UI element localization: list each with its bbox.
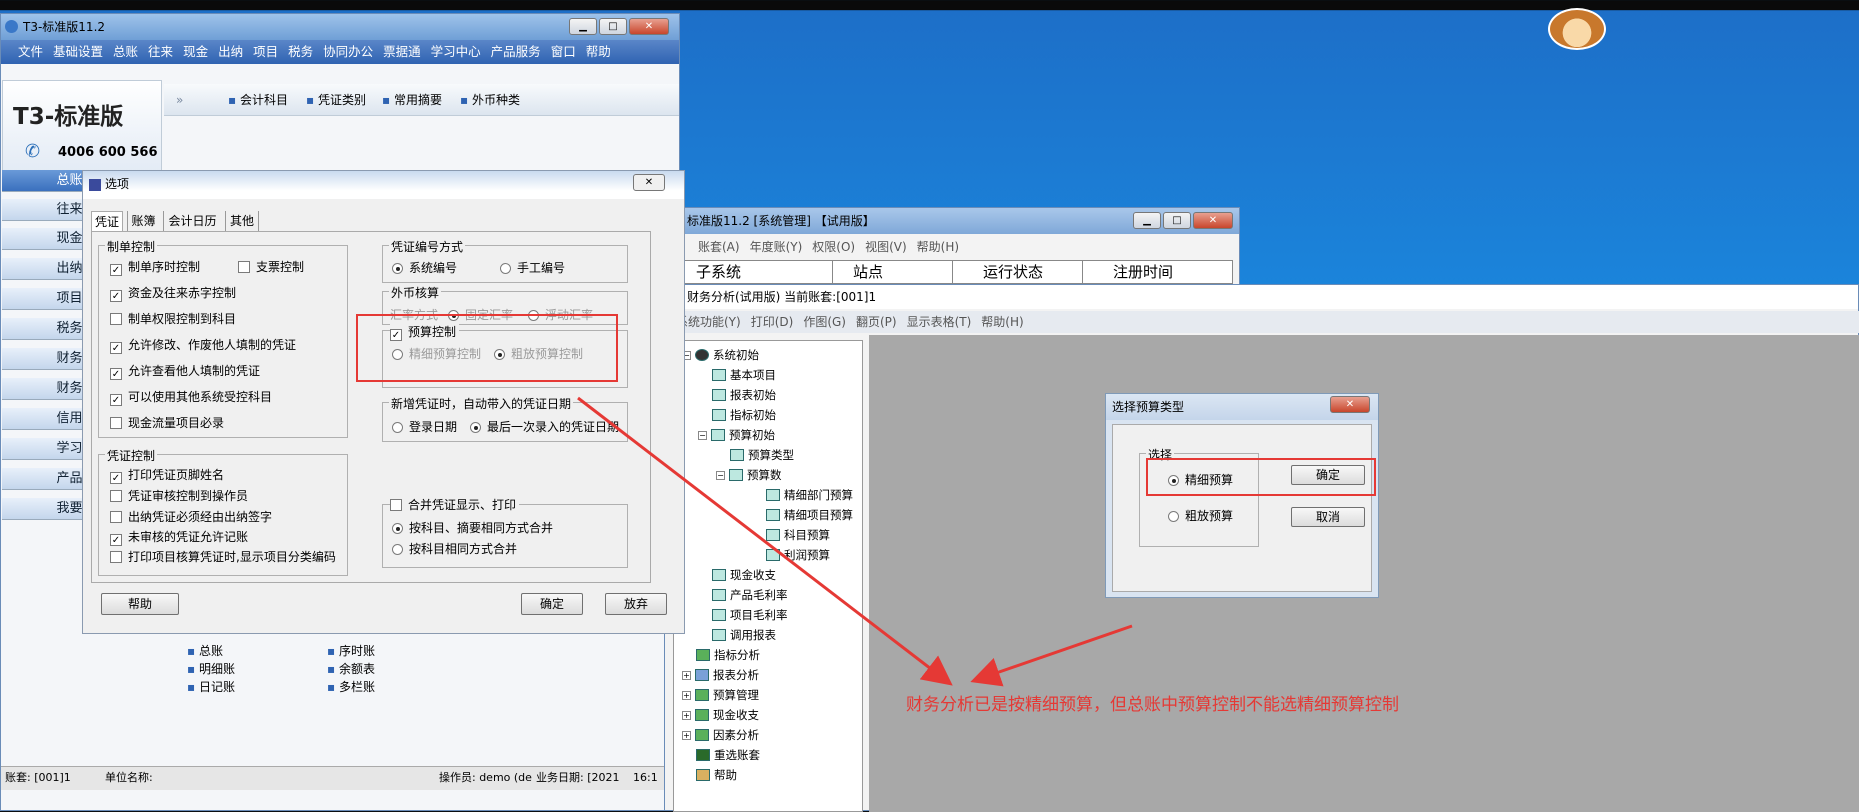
arrow-from-options xyxy=(577,396,953,686)
annotation-text: 财务分析已是按精细预算，但总账中预算控制不能选精细预算控制 xyxy=(906,695,1399,715)
arrow-from-budget xyxy=(970,624,1133,687)
